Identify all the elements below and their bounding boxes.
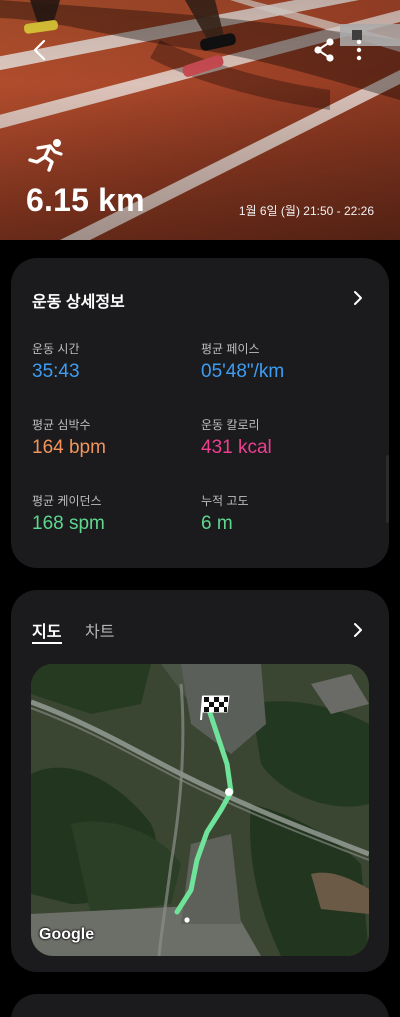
back-arrow-icon[interactable] <box>26 36 54 64</box>
stat-calories: 운동 칼로리 431 kcal <box>201 416 371 459</box>
stat-label: 운동 칼로리 <box>201 418 260 432</box>
stat-value: 35:43 <box>32 361 80 382</box>
tab-map[interactable]: 지도 <box>32 618 61 642</box>
share-icon[interactable] <box>311 36 337 64</box>
next-card <box>11 994 389 1017</box>
route-map[interactable]: Google <box>31 664 369 956</box>
stat-label: 평균 페이스 <box>201 342 260 356</box>
stat-avg-pace: 평균 페이스 05'48"/km <box>201 340 371 383</box>
workout-details-card[interactable]: 운동 상세정보 운동 시간 35:43 평균 페이스 05'48"/km 평균 … <box>11 258 389 568</box>
hero-header: 6.15 km 1월 6일 (월) 21:50 - 22:26 <box>0 0 400 240</box>
stat-label: 평균 케이던스 <box>32 494 102 508</box>
tab-chart[interactable]: 차트 <box>85 618 114 642</box>
map-card: 지도 차트 Google <box>11 590 389 972</box>
top-app-bar <box>0 30 400 70</box>
stat-elevation-gain: 누적 고도 6 m <box>201 492 371 535</box>
stat-value: 431 kcal <box>201 437 272 458</box>
selected-tab-indicator <box>32 642 62 644</box>
stat-label: 누적 고도 <box>201 494 249 508</box>
running-icon <box>28 139 63 172</box>
stat-label: 운동 시간 <box>32 342 80 356</box>
stat-avg-cadence: 평균 케이던스 168 spm <box>32 492 202 535</box>
chevron-right-icon[interactable] <box>351 621 365 639</box>
workout-datetime: 1월 6일 (월) 21:50 - 22:26 <box>238 204 374 218</box>
chevron-right-icon[interactable] <box>351 289 365 307</box>
total-distance: 6.15 km <box>26 182 145 218</box>
stat-value: 6 m <box>201 513 233 534</box>
stat-workout-time: 운동 시간 35:43 <box>32 340 202 383</box>
stat-value: 05'48"/km <box>201 361 285 382</box>
scrollbar[interactable] <box>386 455 389 523</box>
stat-value: 164 bpm <box>32 437 106 458</box>
map-attribution: Google <box>39 926 95 943</box>
more-vert-icon[interactable] <box>349 36 369 64</box>
stat-label: 평균 심박수 <box>32 418 91 432</box>
checkered-flag-icon <box>200 695 230 721</box>
card-title: 운동 상세정보 <box>32 294 125 311</box>
stat-avg-heart-rate: 평균 심박수 164 bpm <box>32 416 202 459</box>
stat-value: 168 spm <box>32 513 105 534</box>
